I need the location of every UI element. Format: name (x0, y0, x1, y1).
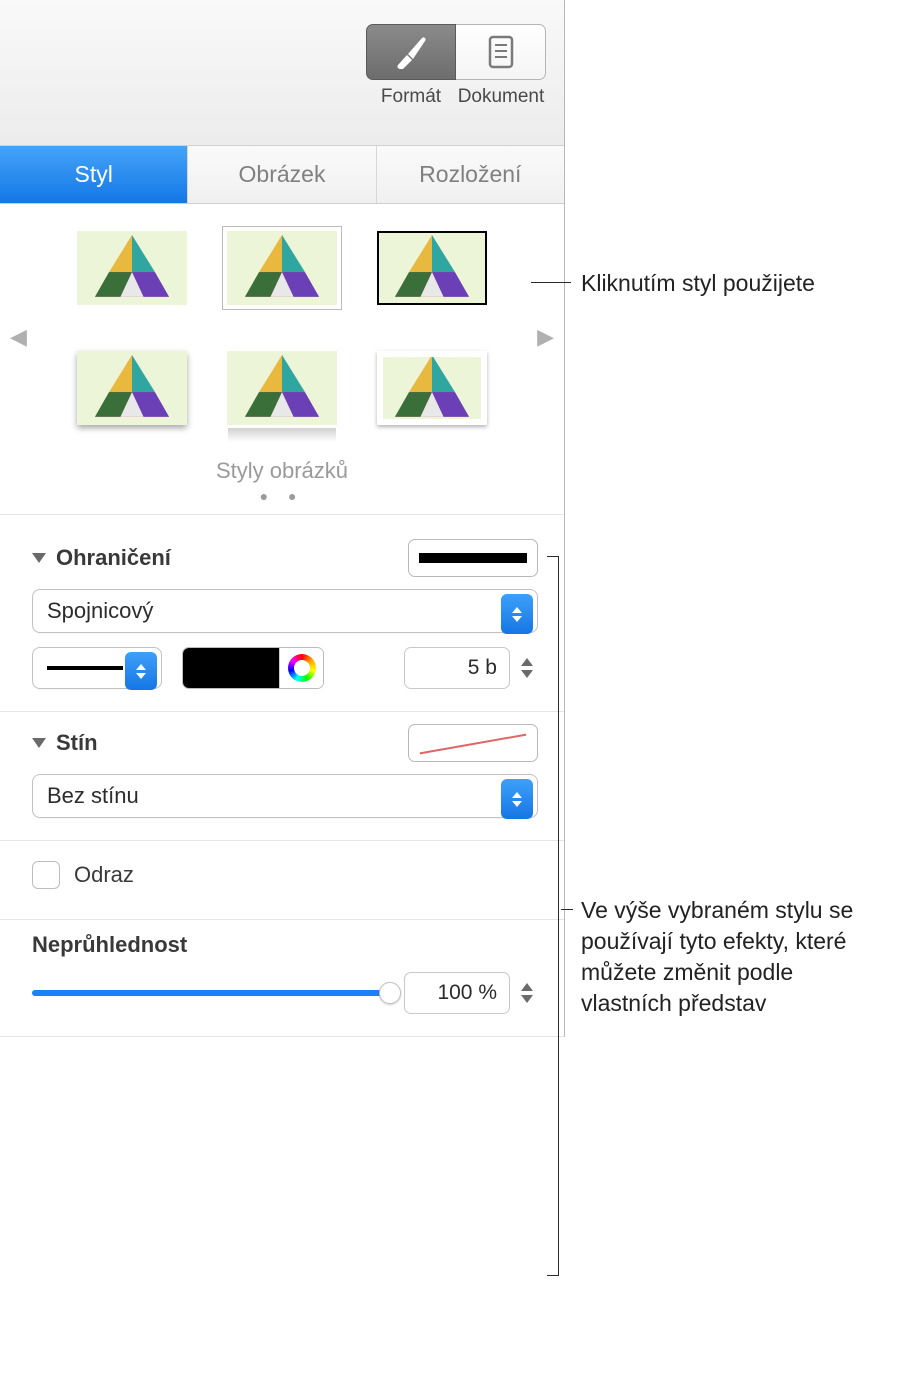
border-width-stepper[interactable] (516, 647, 538, 689)
style-thumb[interactable] (372, 348, 492, 428)
tab-style[interactable]: Styl (0, 146, 188, 203)
opacity-field: 100 % (404, 972, 538, 1014)
opacity-section: Neprůhlednost 100 % (0, 920, 564, 1037)
border-style-swatch[interactable] (408, 539, 538, 577)
reflection-checkbox[interactable] (32, 861, 60, 889)
shadow-type-value: Bez stínu (47, 783, 139, 809)
shadow-disclosure[interactable]: Stín (32, 730, 98, 756)
paintbrush-icon (392, 35, 430, 69)
border-line-preview (419, 553, 527, 563)
gallery-next-button[interactable]: ▶ (537, 324, 554, 350)
shadow-type-popup[interactable]: Bez stínu (32, 774, 538, 818)
gallery-title: Styly obrázků (8, 458, 556, 484)
style-thumb[interactable] (72, 348, 192, 428)
image-styles-gallery: ◀ ▶ Styly obrázků ● (0, 204, 564, 515)
opacity-slider[interactable] (32, 982, 390, 1004)
border-color-well[interactable] (182, 647, 324, 689)
document-icon (486, 35, 516, 69)
border-width-field: 5 b (404, 647, 538, 689)
format-tab-label: Formát (366, 86, 456, 108)
slider-fill (32, 990, 390, 996)
document-tab-label: Dokument (456, 86, 546, 108)
format-inspector-panel: Formát Dokument Styl Obrázek Rozložení ◀… (0, 0, 565, 1037)
tab-layout[interactable]: Rozložení (377, 146, 564, 203)
border-section: Ohraničení Spojnicový (0, 515, 564, 712)
color-wheel-icon (288, 654, 316, 682)
popup-arrows-icon (125, 652, 157, 690)
none-swatch-icon (419, 732, 527, 754)
popup-arrows-icon (501, 779, 533, 819)
border-line-type-popup[interactable]: Spojnicový (32, 589, 538, 633)
shadow-title: Stín (56, 730, 98, 756)
reflection-section: Odraz (0, 841, 564, 920)
opacity-input[interactable]: 100 % (404, 972, 510, 1014)
opacity-stepper[interactable] (516, 972, 538, 1014)
disclosure-triangle-icon (32, 553, 46, 563)
shadow-swatch[interactable] (408, 724, 538, 762)
callout-effects-note: Ve výše vybraném stylu se používají tyto… (581, 895, 881, 1019)
window-toolbar: Formát Dokument (0, 0, 564, 146)
disclosure-triangle-icon (32, 738, 46, 748)
reflection-label: Odraz (74, 862, 134, 888)
tab-image[interactable]: Obrázek (188, 146, 376, 203)
border-line-type-value: Spojnicový (47, 598, 153, 624)
style-thumb[interactable] (372, 228, 492, 308)
stroke-style-preview (47, 666, 123, 670)
inspector-switch: Formát Dokument (366, 24, 546, 108)
callout-apply-style: Kliknutím styl použijete (581, 268, 902, 299)
color-picker-button[interactable] (279, 648, 323, 688)
border-width-input[interactable]: 5 b (404, 647, 510, 689)
popup-arrows-icon (501, 594, 533, 634)
opacity-label: Neprůhlednost (32, 932, 538, 958)
shadow-section: Stín Bez stínu (0, 712, 564, 841)
style-thumb[interactable] (222, 228, 342, 308)
document-tab-button[interactable] (456, 24, 546, 80)
border-disclosure[interactable]: Ohraničení (32, 545, 171, 571)
style-thumb[interactable] (72, 228, 192, 308)
gallery-page-dots[interactable]: ● ● (8, 488, 556, 504)
gallery-prev-button[interactable]: ◀ (10, 324, 27, 350)
annotation-area: Kliknutím styl použijete Ve výše vybrané… (565, 0, 918, 1019)
slider-knob (379, 982, 401, 1004)
color-swatch (183, 648, 279, 688)
border-stroke-style-popup[interactable] (32, 647, 162, 689)
stepper-up-icon (521, 658, 533, 666)
stepper-down-icon (521, 995, 533, 1003)
stepper-up-icon (521, 983, 533, 991)
format-tab-button[interactable] (366, 24, 456, 80)
inspector-tabs: Styl Obrázek Rozložení (0, 146, 564, 204)
style-thumb[interactable] (222, 348, 342, 428)
stepper-down-icon (521, 670, 533, 678)
border-title: Ohraničení (56, 545, 171, 571)
